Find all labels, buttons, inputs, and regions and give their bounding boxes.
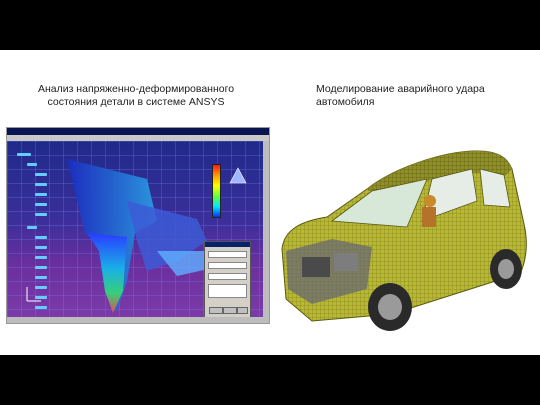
caption-crash-simulation: Моделирование аварийного удара автомобил… bbox=[316, 83, 485, 108]
apply-button[interactable] bbox=[223, 307, 237, 314]
cad-window-titlebar bbox=[7, 128, 269, 135]
cad-viewport bbox=[7, 141, 263, 318]
stress-color-legend bbox=[212, 164, 221, 218]
cancel-button[interactable] bbox=[237, 307, 248, 314]
ok-button[interactable] bbox=[209, 307, 223, 314]
properties-dialog[interactable] bbox=[204, 241, 251, 318]
crash-test-car-mesh bbox=[281, 150, 527, 331]
cad-bottom-toolbar[interactable] bbox=[7, 317, 269, 323]
slide: Анализ напряженно-деформированного состо… bbox=[0, 50, 540, 355]
compass-icon[interactable] bbox=[227, 167, 249, 185]
cad-fea-screenshot bbox=[6, 127, 270, 324]
cad-right-toolbar[interactable] bbox=[263, 141, 269, 317]
caption-ansys-analysis: Анализ напряженно-деформированного состо… bbox=[37, 83, 235, 108]
